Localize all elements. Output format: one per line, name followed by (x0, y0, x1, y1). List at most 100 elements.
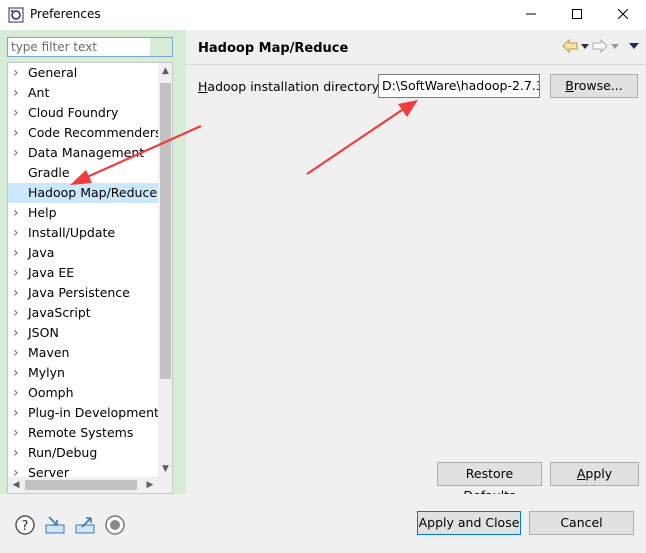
footer-icons: ? (14, 514, 126, 536)
tree-item-general[interactable]: › General (8, 63, 158, 83)
forward-arrow-icon[interactable] (592, 38, 608, 56)
scroll-down-icon[interactable]: ▼ (158, 461, 172, 477)
svg-text:?: ? (22, 519, 29, 534)
tree-item-label: Maven (28, 345, 70, 360)
chevron-right-icon[interactable]: › (13, 83, 23, 103)
chevron-right-icon[interactable]: › (13, 263, 23, 283)
export-icon[interactable] (74, 514, 96, 536)
scroll-thumb[interactable] (160, 83, 171, 379)
tree-item-label: Java Persistence (28, 285, 130, 300)
tree-item-label: Remote Systems (28, 425, 134, 440)
tree-item-plug-in-development[interactable]: › Plug-in Development (8, 403, 159, 423)
tree-item-label: Run/Debug (28, 445, 98, 460)
tree-item-javascript[interactable]: › JavaScript (8, 303, 158, 323)
restore-defaults-button[interactable]: Restore Defaults (437, 462, 542, 503)
install-dir-label-rest: adoop installation directory: (207, 79, 383, 94)
browse-label-rest: rowse... (573, 78, 623, 93)
chevron-right-icon[interactable]: › (13, 223, 23, 243)
tree-item-oomph[interactable]: › Oomph (8, 383, 158, 403)
page-title: Hadoop Map/Reduce (198, 41, 349, 56)
browse-button[interactable]: Browse... (550, 74, 638, 98)
install-dir-input[interactable]: D:\SoftWare\hadoop-2.7.3 (378, 74, 540, 98)
back-menu-icon[interactable] (580, 39, 590, 56)
tree-item-run-debug[interactable]: › Run/Debug (8, 443, 158, 463)
scroll-up-icon[interactable]: ▲ (158, 63, 172, 79)
filter-placeholder: type filter text (11, 40, 98, 54)
apply-and-close-button[interactable]: Apply and Close (417, 511, 521, 535)
tree-item-label: Java (28, 245, 55, 260)
chevron-right-icon[interactable]: › (13, 63, 23, 83)
chevron-right-icon[interactable]: › (13, 383, 23, 403)
chevron-right-icon[interactable]: › (13, 423, 23, 443)
scroll-left-icon[interactable]: ◀ (8, 477, 24, 493)
title-bar: Preferences (0, 0, 646, 30)
preferences-navigation-panel: type filter text › General › Ant › Cloud Foun… (0, 30, 186, 494)
page-nav-icons (562, 38, 640, 56)
tree-item-data-management[interactable]: › Data Management (8, 143, 158, 163)
tree-item-label: Mylyn (28, 365, 65, 380)
tree-item-label: General (28, 65, 78, 80)
tree-item-label: Data Management (28, 145, 145, 160)
apply-button[interactable]: Apply (550, 462, 639, 486)
filter-input[interactable]: type filter text (7, 37, 173, 57)
record-icon[interactable] (104, 514, 126, 536)
tree-item-help[interactable]: › Help (8, 203, 158, 223)
minimize-button[interactable] (508, 0, 554, 30)
dialog-footer: ? Apply and Close Cancel (0, 494, 646, 553)
help-icon[interactable]: ? (14, 514, 36, 536)
close-window-button[interactable] (600, 0, 646, 30)
maximize-button[interactable] (554, 0, 600, 30)
annotation-arrow-right (306, 100, 418, 175)
forward-menu-icon[interactable] (610, 39, 620, 56)
cancel-button[interactable]: Cancel (529, 511, 634, 535)
minimize-icon (526, 8, 536, 22)
chevron-right-icon[interactable]: › (13, 143, 23, 163)
back-arrow-icon[interactable] (562, 38, 578, 56)
import-icon[interactable] (44, 514, 66, 536)
tree-item-ant[interactable]: › Ant (8, 83, 158, 103)
tree-vertical-scrollbar[interactable]: ▲ ▼ (158, 63, 172, 477)
chevron-right-icon[interactable]: › (13, 403, 23, 423)
tree-item-label: Ant (28, 85, 50, 100)
chevron-right-icon[interactable]: › (13, 323, 23, 343)
tree-item-hadoop-map-reduce[interactable]: Hadoop Map/Reduce (8, 183, 158, 203)
chevron-right-icon[interactable]: › (13, 443, 23, 463)
install-dir-mnemonic: H (198, 79, 208, 94)
tree-item-code-recommenders[interactable]: › Code Recommenders (8, 123, 162, 143)
tree-horizontal-scrollbar[interactable]: ◀ ▶ (8, 477, 158, 493)
tree-item-maven[interactable]: › Maven (8, 343, 158, 363)
browse-mnemonic: B (565, 78, 574, 93)
tree-item-json[interactable]: › JSON (8, 323, 158, 343)
tree-item-label: Code Recommenders (28, 125, 162, 140)
chevron-right-icon[interactable]: › (13, 103, 23, 123)
tree-item-label: JavaScript (28, 305, 91, 320)
tree-item-java-persistence[interactable]: › Java Persistence (8, 283, 158, 303)
tree-item-label: JSON (28, 325, 59, 340)
tree-item-cloud-foundry[interactable]: › Cloud Foundry (8, 103, 158, 123)
tree-item-mylyn[interactable]: › Mylyn (8, 363, 158, 383)
chevron-right-icon[interactable]: › (13, 203, 23, 223)
scrollbar-corner (158, 477, 172, 493)
chevron-right-icon[interactable]: › (13, 123, 23, 143)
close-icon (617, 8, 629, 22)
tree-item-label: Java EE (28, 265, 75, 280)
tree-item-java-ee[interactable]: › Java EE (8, 263, 158, 283)
window-title: Preferences (30, 7, 101, 21)
chevron-right-icon[interactable]: › (13, 303, 23, 323)
chevron-right-icon[interactable]: › (13, 243, 23, 263)
scroll-thumb[interactable] (25, 480, 137, 490)
chevron-right-icon[interactable]: › (13, 283, 23, 303)
maximize-icon (572, 8, 582, 22)
tree-item-gradle[interactable]: Gradle (8, 163, 158, 183)
tree-item-install-update[interactable]: › Install/Update (8, 223, 158, 243)
chevron-right-icon[interactable]: › (13, 363, 23, 383)
chevron-right-icon[interactable]: › (13, 343, 23, 363)
apply-mnemonic: A (576, 466, 586, 481)
view-menu-icon[interactable] (628, 39, 640, 56)
tree-item-label: Hadoop Map/Reduce (28, 185, 158, 200)
scroll-right-icon[interactable]: ▶ (142, 477, 158, 493)
tree-item-label: Plug-in Development (28, 405, 159, 420)
tree-item-remote-systems[interactable]: › Remote Systems (8, 423, 158, 443)
tree-item-java[interactable]: › Java (8, 243, 158, 263)
page-header: Hadoop Map/Reduce (186, 30, 646, 64)
